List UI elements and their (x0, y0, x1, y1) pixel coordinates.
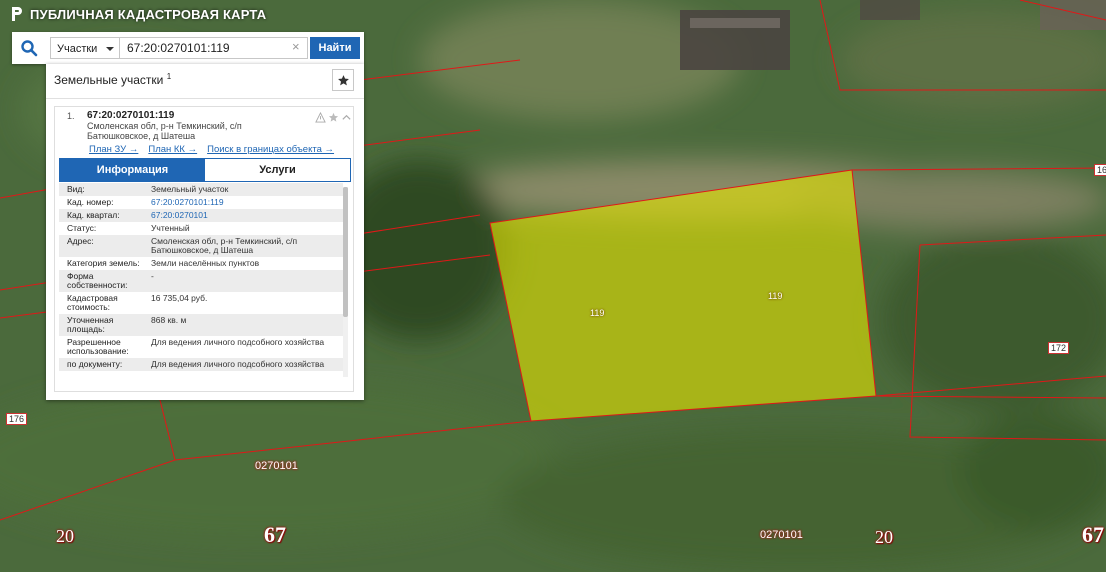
clear-icon[interactable]: × (292, 40, 300, 54)
table-row: Кад. номер: 67:20:0270101:119 (59, 196, 343, 209)
quarter-label: 0270101 (760, 529, 803, 541)
find-button[interactable]: Найти (310, 37, 360, 59)
scrollbar[interactable] (343, 187, 348, 377)
parcel-label: 119 (590, 308, 605, 318)
quarter-label: 0270101 (255, 460, 298, 472)
chevron-up-icon[interactable] (341, 110, 352, 121)
result-address: Смоленская обл, р-н Темкинский, с/п Батю… (87, 121, 242, 141)
tab-services[interactable]: Услуги (205, 159, 350, 181)
district-label: 20 (56, 526, 74, 546)
table-row: Разрешенное использование: Для ведения ли… (59, 336, 343, 358)
search-type-label: Участки (57, 43, 98, 55)
table-row: Кадастровая стоимость: 16 735,04 руб. (59, 292, 343, 314)
table-row: Вид: Земельный участок (59, 183, 343, 196)
table-row: Адрес: Смоленская обл, р-н Темкинский, с/… (59, 235, 343, 257)
search-input[interactable] (120, 37, 308, 59)
plan-kk-link[interactable]: План КК → (148, 144, 197, 155)
search-icon[interactable] (20, 39, 38, 57)
parcel-number-label: 176 (6, 413, 28, 425)
divider (46, 98, 364, 99)
result-tabs: Информация Услуги (59, 158, 351, 182)
region-label: 67 (1082, 522, 1104, 547)
result-count: 1 (166, 72, 172, 81)
results-panel: Земельные участки 1 1. 67:20:0270101:119… (46, 64, 364, 400)
search-type-select[interactable]: Участки (50, 37, 120, 59)
favorite-button[interactable] (332, 69, 354, 91)
table-row: по документу: Для ведения личного подсобн… (59, 358, 343, 371)
parcel-number-label: 172 (1048, 342, 1070, 354)
district-label: 20 (875, 527, 893, 547)
table-row: Уточненная площадь: 868 кв. м (59, 314, 343, 336)
table-row: Кад. квартал: 67:20:0270101 (59, 209, 343, 222)
info-table: Вид: Земельный участок Кад. номер: 67:20:0… (59, 183, 343, 387)
parcel-number-label: 16 (1094, 164, 1106, 176)
chevron-down-icon (106, 47, 114, 51)
result-links: План ЗУ → План КК → Поиск в границах объ… (89, 144, 344, 155)
plan-zu-link[interactable]: План ЗУ → (89, 144, 138, 155)
scroll-thumb[interactable] (343, 187, 348, 317)
cad-number-link[interactable]: 67:20:0270101:119 (151, 198, 343, 207)
parcel-label: 119 (768, 291, 783, 301)
result-index: 1. (67, 111, 75, 121)
result-cad-number[interactable]: 67:20:0270101:119 (87, 110, 174, 121)
star-icon[interactable] (328, 110, 339, 122)
panel-title-text: Земельные участки (54, 73, 164, 87)
region-label: 67 (264, 522, 286, 547)
search-in-bounds-link[interactable]: Поиск в границах объекта → (207, 144, 334, 155)
app-header: ПУБЛИЧНАЯ КАДАСТРОВАЯ КАРТА (10, 4, 266, 24)
result-tools (315, 110, 352, 123)
search-bar: Участки × Найти (12, 32, 364, 64)
star-icon (337, 74, 349, 85)
table-row: Категория земель: Земли населённых пункто… (59, 257, 343, 270)
warning-icon[interactable] (315, 110, 326, 123)
tab-info[interactable]: Информация (60, 159, 205, 181)
panel-title: Земельные участки 1 (54, 72, 171, 87)
cad-quarter-link[interactable]: 67:20:0270101 (151, 211, 343, 220)
app-title: ПУБЛИЧНАЯ КАДАСТРОВАЯ КАРТА (30, 6, 267, 22)
result-card: 1. 67:20:0270101:119 Смоленская обл, р-н… (54, 106, 354, 392)
rosreestr-logo-icon (12, 7, 22, 21)
table-row: Форма собственности: - (59, 270, 343, 292)
table-row: Статус: Учтенный (59, 222, 343, 235)
